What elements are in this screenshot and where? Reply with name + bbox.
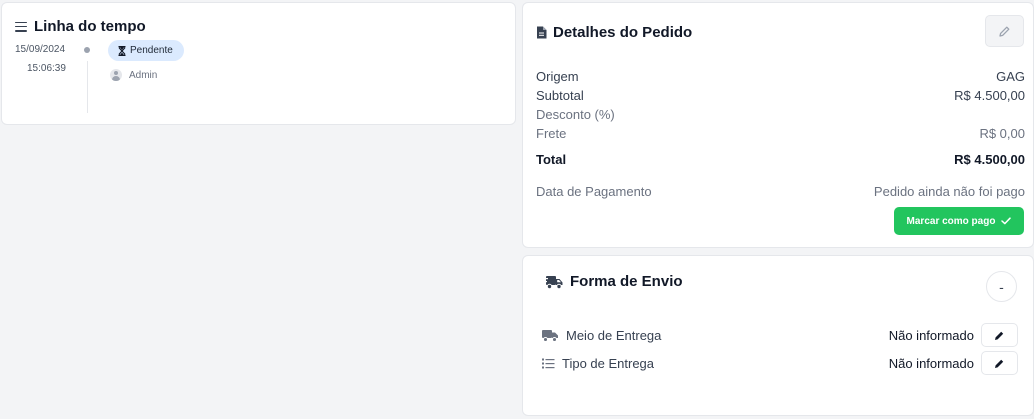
edit-delivery-method-button[interactable] xyxy=(981,323,1018,347)
payment-date-row: Data de Pagamento Pedido ainda não foi p… xyxy=(536,184,1025,199)
fast-truck-icon xyxy=(543,275,563,289)
payment-date-value: Pedido ainda não foi pago xyxy=(873,184,1025,199)
origin-label: Origem xyxy=(536,69,579,84)
timeline-header: Linha do tempo xyxy=(15,18,146,35)
menu-icon xyxy=(15,21,27,32)
mark-as-paid-label: Marcar como pago xyxy=(906,215,996,227)
shipping-cost-row: Frete R$ 0,00 xyxy=(536,126,1025,141)
timeline-dot xyxy=(84,47,90,53)
timeline-card: Linha do tempo 15/09/2024 15:06:39 Pende… xyxy=(1,2,516,125)
collapse-button[interactable]: - xyxy=(986,271,1017,302)
pencil-icon xyxy=(999,26,1010,37)
delivery-type-value: Não informado xyxy=(888,355,974,371)
shipping-header: Forma de Envio xyxy=(543,273,683,290)
check-icon xyxy=(1001,217,1012,225)
origin-row: Origem GAG xyxy=(536,69,1025,84)
pencil-icon xyxy=(995,359,1004,368)
avatar xyxy=(110,69,122,81)
shipping-cost-value: R$ 0,00 xyxy=(979,126,1025,141)
delivery-method-row: Meio de Entrega Não informado xyxy=(542,323,1018,347)
shipping-card: Forma de Envio - Meio de Entrega Não inf… xyxy=(522,255,1034,416)
timeline-entry-time: 15:06:39 xyxy=(27,63,66,74)
shipping-title: Forma de Envio xyxy=(570,273,683,290)
total-value: R$ 4.500,00 xyxy=(954,152,1025,167)
subtotal-value: R$ 4.500,00 xyxy=(954,88,1025,103)
delivery-method-label: Meio de Entrega xyxy=(566,327,662,343)
discount-label: Desconto (%) xyxy=(536,107,615,122)
truck-icon xyxy=(542,329,558,342)
timeline-entry-date: 15/09/2024 xyxy=(15,44,66,55)
timeline-title: Linha do tempo xyxy=(34,18,146,35)
order-details-header: Detalhes do Pedido xyxy=(536,24,692,41)
total-label: Total xyxy=(536,152,567,167)
status-badge: Pendente xyxy=(108,40,184,61)
pencil-icon xyxy=(995,331,1004,340)
list-icon xyxy=(542,358,555,368)
subtotal-label: Subtotal xyxy=(536,88,584,103)
total-row: Total R$ 4.500,00 xyxy=(536,152,1025,167)
mark-as-paid-button[interactable]: Marcar como pago xyxy=(894,207,1024,235)
hourglass-icon xyxy=(118,45,126,56)
origin-value: GAG xyxy=(996,69,1025,84)
timeline-entry-user: Admin xyxy=(110,69,157,81)
discount-row: Desconto (%) xyxy=(536,107,1025,122)
delivery-type-row: Tipo de Entrega Não informado xyxy=(542,351,1018,375)
shipping-cost-label: Frete xyxy=(536,126,567,141)
status-badge-label: Pendente xyxy=(130,45,173,56)
delivery-method-value: Não informado xyxy=(888,327,974,343)
edit-delivery-type-button[interactable] xyxy=(981,351,1018,375)
delivery-type-label: Tipo de Entrega xyxy=(562,355,655,371)
payment-date-label: Data de Pagamento xyxy=(536,184,652,199)
edit-order-button[interactable] xyxy=(985,15,1024,47)
order-details-title: Detalhes do Pedido xyxy=(553,24,693,41)
timeline-user-name: Admin xyxy=(129,69,158,81)
subtotal-row: Subtotal R$ 4.500,00 xyxy=(536,88,1025,103)
document-icon xyxy=(537,26,547,39)
order-details-card: Detalhes do Pedido Origem GAG Subtotal R… xyxy=(522,2,1034,248)
collapse-label: - xyxy=(999,278,1004,295)
timeline-line xyxy=(87,61,88,113)
